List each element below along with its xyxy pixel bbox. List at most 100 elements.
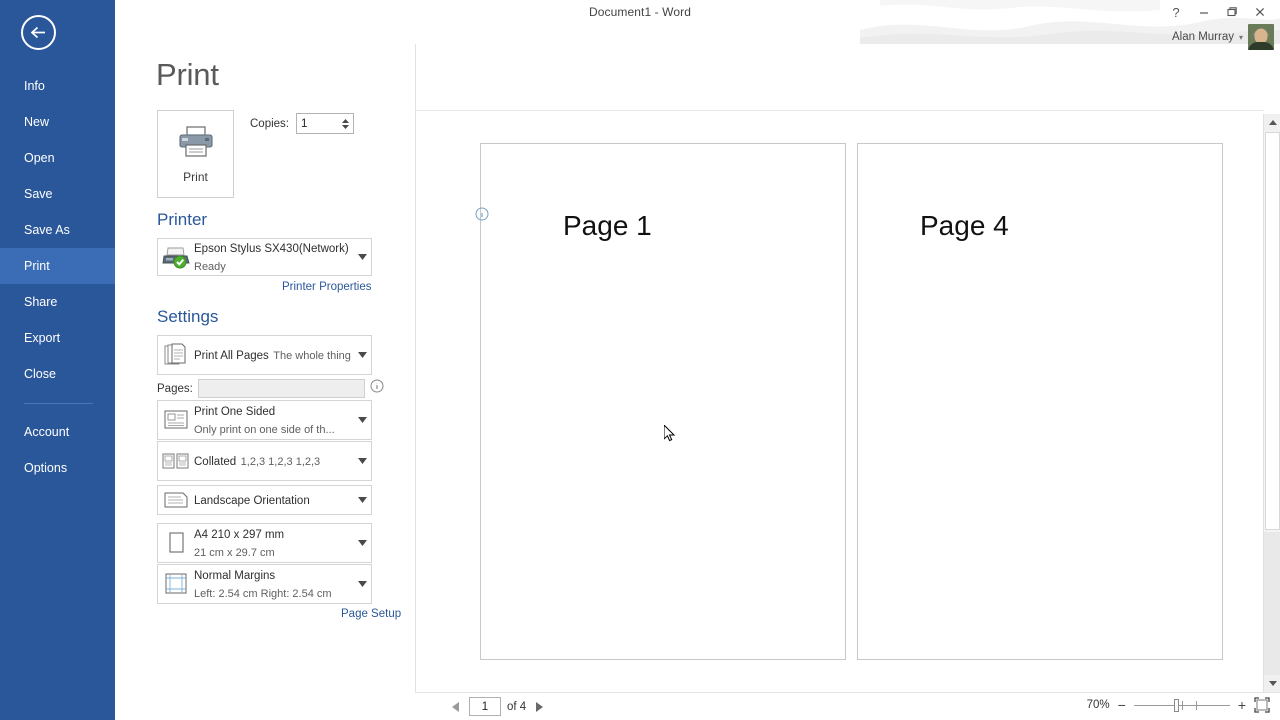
previous-page-icon[interactable]	[449, 699, 463, 715]
setting-texts: Landscape Orientation	[194, 491, 353, 509]
zoom-slider-tick	[1181, 701, 1183, 710]
chevron-down-icon[interactable]	[353, 581, 371, 587]
sidebar-item-options[interactable]: Options	[0, 450, 115, 486]
preview-vertical-scrollbar[interactable]	[1263, 114, 1280, 692]
account-menu[interactable]: Alan Murray ▾	[1172, 24, 1274, 50]
printer-section-title: Printer	[157, 210, 208, 229]
avatar-body	[1248, 42, 1274, 50]
copies-input[interactable]	[297, 114, 339, 133]
setting-texts: Print All Pages The whole thing	[194, 346, 353, 364]
sidebar-item-print[interactable]: Print	[0, 248, 115, 284]
back-arrow-icon[interactable]	[21, 15, 56, 50]
chevron-down-icon[interactable]	[353, 540, 371, 546]
copies-stepper[interactable]	[296, 113, 354, 134]
zoom-slider-tick	[1195, 701, 1197, 710]
print-button[interactable]: Print	[157, 110, 234, 198]
chevron-down-icon[interactable]	[353, 352, 371, 358]
sidebar-item-save[interactable]: Save	[0, 176, 115, 212]
scroll-up-icon[interactable]	[1264, 114, 1280, 131]
scrollbar-thumb[interactable]	[1265, 132, 1280, 530]
sidebar-item-info[interactable]: Info	[0, 68, 115, 104]
word-print-backstage: Document1 - Word ? Alan Murray ▾ Info Ne…	[0, 0, 1280, 720]
copies-spin-arrows[interactable]	[339, 114, 353, 133]
sidebar-item-new[interactable]: New	[0, 104, 115, 140]
print-button-label: Print	[183, 170, 208, 184]
chevron-down-icon[interactable]	[353, 497, 371, 503]
chevron-down-icon[interactable]	[353, 417, 371, 423]
sidebar-item-account[interactable]: Account	[0, 414, 115, 450]
preview-page-sheet[interactable]: Page 4	[857, 143, 1223, 660]
preview-page-text: Page 1	[563, 210, 652, 241]
sidebar-item-close[interactable]: Close	[0, 356, 115, 392]
page-setup-link[interactable]: Page Setup	[341, 608, 401, 620]
scrollbar-track[interactable]	[1264, 532, 1280, 675]
sidebar-item-save-as[interactable]: Save As	[0, 212, 115, 248]
sidebar-item-export[interactable]: Export	[0, 320, 115, 356]
printer-properties-link[interactable]: Printer Properties	[282, 281, 371, 293]
preview-page-sheet[interactable]: Page 1	[480, 143, 846, 660]
spin-down-icon	[341, 124, 349, 129]
backstage-sidebar: Info New Open Save Save As Print Share E…	[0, 0, 115, 720]
pages-info-icon[interactable]	[370, 379, 384, 398]
collated-pages-icon	[158, 451, 194, 471]
setting-texts: Normal Margins Left: 2.54 cm Right: 2.54…	[194, 566, 353, 602]
chevron-down-icon[interactable]: ▾	[1239, 33, 1243, 42]
portrait-page-icon	[158, 531, 194, 555]
page-title: Print	[156, 57, 219, 92]
sidebar-item-open[interactable]: Open	[0, 140, 115, 176]
printer-selector[interactable]: Epson Stylus SX430(Network) Ready	[157, 238, 372, 276]
zoom-in-icon[interactable]: +	[1238, 698, 1246, 712]
next-page-icon[interactable]	[532, 699, 546, 715]
current-page-input[interactable]	[469, 697, 501, 716]
chevron-down-icon[interactable]	[353, 254, 371, 260]
zoom-out-icon[interactable]: −	[1118, 698, 1126, 712]
setting-orientation[interactable]: Landscape Orientation	[157, 485, 372, 515]
stacked-pages-icon	[158, 343, 194, 367]
zoom-to-page-icon[interactable]	[1254, 697, 1270, 713]
setting-print-sides[interactable]: Print One Sided Only print on one side o…	[157, 400, 372, 440]
setting-texts: Collated 1,2,3 1,2,3 1,2,3	[194, 452, 353, 470]
copies-control: Copies:	[250, 113, 354, 134]
spin-up-icon	[341, 118, 349, 123]
close-icon[interactable]	[1246, 2, 1274, 22]
sidebar-item-share[interactable]: Share	[0, 284, 115, 320]
printer-info-icon[interactable]	[475, 207, 489, 221]
zoom-controls: 70% − +	[1078, 697, 1270, 713]
printer-name: Epson Stylus SX430(Network)	[194, 243, 349, 255]
setting-secondary: Left: 2.54 cm Right: 2.54 cm	[194, 588, 332, 600]
sidebar-item-label: Save As	[24, 223, 70, 237]
title-bar: Document1 - Word ? Alan Murray ▾	[0, 0, 1280, 50]
pages-label: Pages:	[157, 382, 193, 395]
setting-primary: Landscape Orientation	[194, 495, 310, 507]
minimize-icon[interactable]	[1190, 2, 1218, 22]
preview-page-text: Page 4	[920, 210, 1009, 241]
document-title: Document1 - Word	[588, 5, 692, 19]
account-name: Alan Murray	[1171, 31, 1234, 43]
setting-collation[interactable]: Collated 1,2,3 1,2,3 1,2,3	[157, 441, 372, 481]
setting-print-range[interactable]: Print All Pages The whole thing	[157, 335, 372, 375]
window-controls: ?	[1162, 2, 1274, 22]
copies-label: Copies:	[250, 117, 289, 130]
margins-grid-icon	[158, 572, 194, 596]
sidebar-item-label: Export	[24, 331, 61, 345]
scroll-down-icon[interactable]	[1264, 675, 1280, 692]
page-count-label: of 4	[507, 700, 527, 713]
setting-primary: Print All Pages	[194, 350, 269, 362]
page-navigation: of 4	[449, 697, 546, 716]
landscape-page-icon	[158, 490, 194, 510]
avatar[interactable]	[1248, 24, 1274, 50]
setting-paper-size[interactable]: A4 210 x 297 mm 21 cm x 29.7 cm	[157, 523, 372, 563]
restore-window-icon[interactable]	[1218, 2, 1246, 22]
help-icon[interactable]: ?	[1162, 2, 1190, 22]
printer-texts: Epson Stylus SX430(Network) Ready	[194, 239, 353, 275]
chevron-down-icon[interactable]	[353, 458, 371, 464]
setting-margins[interactable]: Normal Margins Left: 2.54 cm Right: 2.54…	[157, 564, 372, 604]
sidebar-item-label: Save	[24, 187, 53, 201]
pages-range-row: Pages:	[157, 379, 384, 398]
zoom-slider-thumb[interactable]	[1173, 699, 1179, 712]
sidebar-item-label: New	[24, 115, 50, 129]
zoom-slider[interactable]	[1133, 697, 1230, 713]
setting-texts: Print One Sided Only print on one side o…	[194, 402, 353, 438]
zoom-level-label[interactable]: 70%	[1078, 699, 1110, 711]
pages-input[interactable]	[197, 379, 365, 398]
